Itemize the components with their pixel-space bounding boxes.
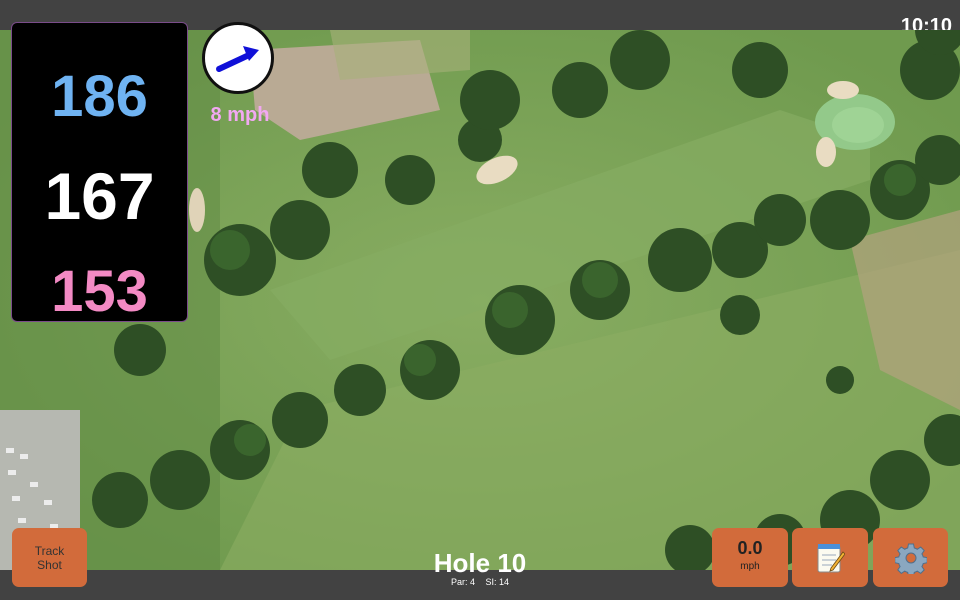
middle-distance: 167 [44,159,155,233]
hole-par: Par: 4 [450,577,475,587]
arrow-icon [216,46,259,72]
notepad-icon [817,543,845,572]
speed-value: 0.0 [737,538,763,558]
wind-speed: 8 mph [210,104,270,126]
notes-button[interactable] [792,528,868,587]
wind-indicator [202,22,274,94]
gear-icon [894,543,927,574]
track-shot-label-line2: Shot [37,558,62,572]
speed-unit: mph [740,561,760,572]
hole-meta: Par: 4 SI: 14 [380,577,580,587]
hole-stroke-index: SI: 14 [485,577,510,587]
distance-panel: 186 167 153 [11,22,188,324]
settings-button[interactable] [873,528,948,587]
track-shot-button[interactable]: Track Shot [12,528,87,587]
track-shot-label-line1: Track [34,544,65,558]
back-distance: 186 [51,64,148,129]
front-distance: 153 [51,259,148,324]
hole-title: Hole 10 [433,548,527,578]
speed-button[interactable]: 0.0 mph [712,528,788,587]
